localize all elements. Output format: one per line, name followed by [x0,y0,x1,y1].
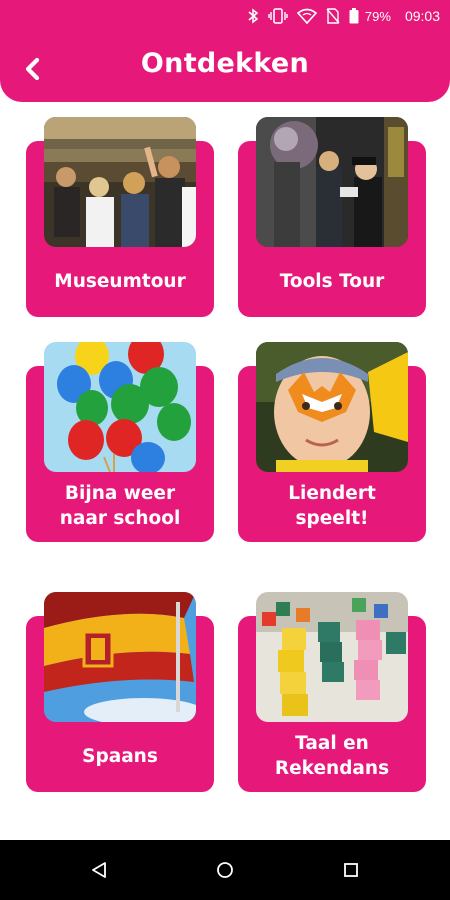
recents-square-icon [344,863,358,877]
card-title: Museumtour [54,271,186,292]
card-title: Liendert speelt! [288,483,376,529]
card-title: Bijna weer naar school [59,483,181,529]
facepaint-boy-photo [256,342,408,472]
card-taal-en-rekendans[interactable]: Taal en Rekendans [238,592,426,792]
card-liendert-speelt[interactable]: Liendert speelt! [238,342,426,542]
card-tools-tour[interactable]: Tools Tour [238,117,426,317]
museum-photo [44,117,196,247]
card-spaans[interactable]: Spaans [26,592,214,792]
card-title: Tools Tour [279,271,385,292]
home-circle-icon [217,862,233,878]
nav-home-button[interactable] [213,858,237,882]
balloons-photo [44,342,196,472]
app-header: 79% 09:03 Ontdekken [0,0,450,102]
status-bar: 79% 09:03 [0,0,450,32]
nav-recents-button[interactable] [339,858,363,882]
clock: 09:03 [404,8,440,24]
vibrate-icon [268,8,288,24]
battery-percentage: 79% [364,8,391,24]
tools-photo [256,117,408,247]
no-sim-icon [326,8,340,24]
card-title: Spaans [82,746,158,767]
spanish-flag-photo [44,592,196,722]
wifi-icon [296,8,317,24]
card-title: Taal en Rekendans [274,733,390,779]
system-nav-bar [0,840,450,900]
card-bijna-weer-naar-school[interactable]: Bijna weer naar school [26,342,214,542]
nav-back-button[interactable] [87,858,111,882]
back-triangle-icon [92,862,106,878]
card-museumtour[interactable]: Museumtour [26,117,214,317]
bluetooth-icon [247,8,259,24]
battery-icon: 79% [349,8,391,24]
blocks-photo [256,592,408,722]
page-title: Ontdekken [140,48,310,79]
